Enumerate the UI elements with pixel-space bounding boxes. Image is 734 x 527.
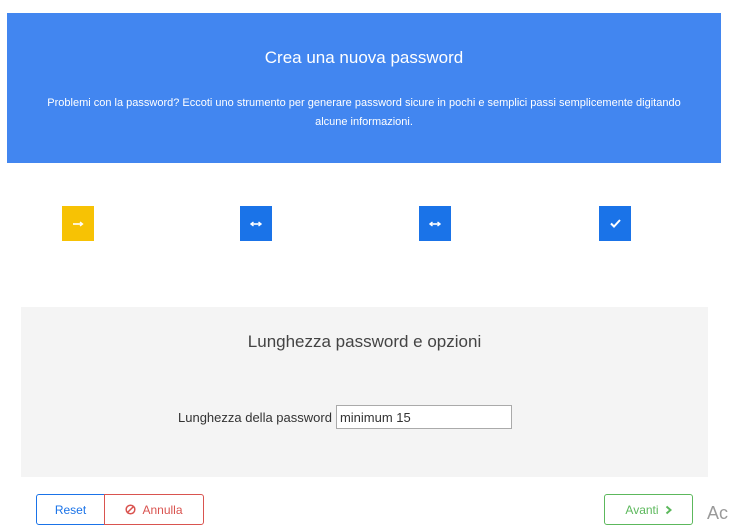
arrows-horizontal-icon: [429, 220, 441, 227]
password-length-input[interactable]: [335, 405, 512, 429]
password-length-label: Lunghezza della password: [178, 409, 332, 425]
step-2-indicator[interactable]: [240, 206, 272, 241]
header-banner: Crea una nuova password Problemi con la …: [7, 13, 721, 163]
check-icon: [609, 219, 621, 228]
page-title: Crea una nuova password: [264, 48, 464, 67]
panel-title: Lunghezza password e opzioni: [247, 332, 482, 351]
options-panel: Lunghezza password e opzioni Lunghezza d…: [21, 307, 708, 477]
reset-button[interactable]: Reset: [36, 494, 105, 525]
chevron-right-icon: [665, 505, 672, 515]
next-button[interactable]: Avanti: [604, 494, 693, 525]
page: Crea una nuova password Problemi con la …: [0, 0, 734, 527]
watermark-text: Ac: [707, 503, 729, 523]
ban-icon: [125, 504, 137, 515]
password-length-row: Lunghezza della password: [178, 405, 512, 429]
step-3-indicator[interactable]: [419, 206, 451, 241]
cancel-button[interactable]: Annulla: [104, 494, 204, 525]
page-description: Problemi con la password? Eccoti uno str…: [47, 97, 681, 128]
arrows-horizontal-icon: [250, 220, 262, 227]
reset-button-label: Reset: [54, 502, 87, 517]
step-1-indicator[interactable]: [62, 206, 94, 241]
step-4-indicator[interactable]: [599, 206, 631, 241]
cancel-button-label: Annulla: [142, 502, 183, 517]
next-button-label: Avanti: [625, 502, 659, 517]
arrows-right-icon: [73, 220, 84, 227]
